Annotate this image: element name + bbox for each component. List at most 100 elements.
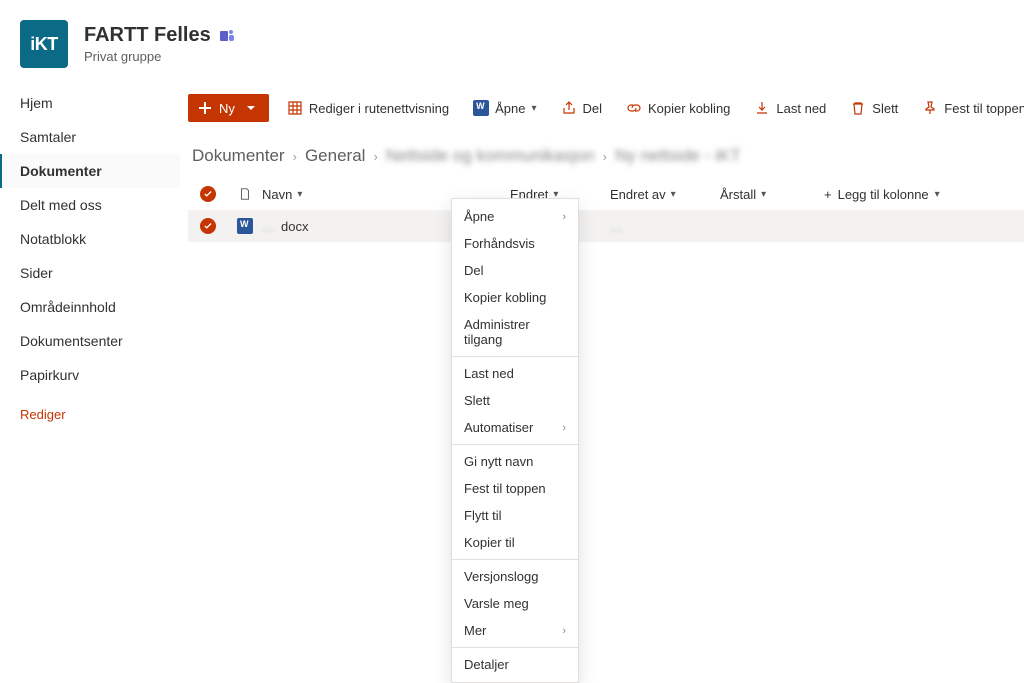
- download-icon: [754, 100, 770, 116]
- chevron-right-icon: ›: [293, 149, 297, 164]
- open-button[interactable]: Åpne ▾: [463, 95, 546, 121]
- context-menu: Åpne› Forhåndsvis Del Kopier kobling Adm…: [451, 198, 579, 683]
- edit-grid-label: Rediger i rutenettvisning: [309, 101, 449, 116]
- site-logo: iKT: [20, 20, 68, 68]
- ctx-move-to[interactable]: Flytt til: [452, 502, 578, 529]
- grid-icon: [287, 100, 303, 116]
- share-icon: [561, 100, 577, 116]
- chevron-down-icon: ▾: [761, 189, 766, 200]
- col-endret-av-label: Endret av: [610, 187, 666, 202]
- chevron-down-icon: ▾: [935, 189, 940, 200]
- ctx-copy-to[interactable]: Kopier til: [452, 529, 578, 556]
- share-button[interactable]: Del: [551, 95, 613, 121]
- ctx-details[interactable]: Detaljer: [452, 651, 578, 678]
- check-icon: [203, 189, 213, 199]
- chevron-right-icon: ›: [603, 149, 607, 164]
- nav-sider[interactable]: Sider: [0, 256, 180, 290]
- select-all-checkbox[interactable]: [200, 186, 216, 202]
- add-column-button[interactable]: + Legg til kolonne ▾: [824, 187, 940, 202]
- ctx-pin[interactable]: Fest til toppen: [452, 475, 578, 502]
- ctx-copy-link[interactable]: Kopier kobling: [452, 284, 578, 311]
- left-nav: Hjem Samtaler Dokumenter Delt med oss No…: [0, 82, 180, 627]
- ctx-automate[interactable]: Automatiser›: [452, 414, 578, 441]
- file-name[interactable]: …: [262, 219, 275, 234]
- nav-papirkurv[interactable]: Papirkurv: [0, 358, 180, 392]
- new-label: Ny: [219, 101, 235, 116]
- ctx-alert[interactable]: Varsle meg: [452, 590, 578, 617]
- crumb-2[interactable]: Nettside og kommunikasjon: [386, 146, 595, 166]
- pin-button[interactable]: Fest til toppen: [912, 95, 1024, 121]
- download-label: Last ned: [776, 101, 826, 116]
- crumb-0[interactable]: Dokumenter: [192, 146, 285, 166]
- edit-grid-button[interactable]: Rediger i rutenettvisning: [277, 95, 459, 121]
- teams-icon[interactable]: [219, 28, 235, 44]
- file-type-header-icon[interactable]: [238, 187, 252, 201]
- plus-icon: [197, 100, 213, 116]
- file-ext: docx: [281, 219, 308, 234]
- chevron-down-icon: ▾: [671, 189, 676, 200]
- new-button[interactable]: Ny: [188, 94, 269, 122]
- crumb-3[interactable]: Ny nettside - iKT: [615, 146, 741, 166]
- copy-link-label: Kopier kobling: [648, 101, 730, 116]
- plus-icon: +: [824, 187, 832, 202]
- site-subtitle: Privat gruppe: [84, 49, 235, 64]
- chevron-down-icon: [243, 100, 259, 116]
- table-row[interactable]: … docx …: [188, 210, 1024, 242]
- delete-button[interactable]: Slett: [840, 95, 908, 121]
- ctx-separator: [452, 444, 578, 445]
- trash-icon: [850, 100, 866, 116]
- chevron-right-icon: ›: [562, 625, 566, 637]
- site-header: iKT FARTT Felles Privat gruppe: [0, 0, 1024, 82]
- nav-omradeinnhold[interactable]: Områdeinnhold: [0, 290, 180, 324]
- link-icon: [626, 100, 642, 116]
- col-endret-av[interactable]: Endret av ▾: [610, 187, 720, 202]
- modified-by-value: …: [610, 219, 623, 234]
- pin-label: Fest til toppen: [944, 101, 1024, 116]
- check-icon: [203, 221, 213, 231]
- chevron-down-icon: ▾: [297, 189, 302, 200]
- list-header: Navn ▾ Endret ▾ Endret av ▾ Årstall ▾ + …: [188, 178, 1024, 210]
- ctx-manage-access[interactable]: Administrer tilgang: [452, 311, 578, 353]
- col-navn[interactable]: Navn ▾: [262, 187, 458, 202]
- site-info: FARTT Felles Privat gruppe: [84, 24, 235, 64]
- ctx-rename[interactable]: Gi nytt navn: [452, 448, 578, 475]
- chevron-right-icon: ›: [562, 211, 566, 223]
- open-label: Åpne: [495, 101, 525, 116]
- crumb-1[interactable]: General: [305, 146, 365, 166]
- ctx-delete[interactable]: Slett: [452, 387, 578, 414]
- share-label: Del: [583, 101, 603, 116]
- ctx-preview[interactable]: Forhåndsvis: [452, 230, 578, 257]
- col-arstall[interactable]: Årstall ▾: [720, 187, 824, 202]
- nav-delt-med-oss[interactable]: Delt med oss: [0, 188, 180, 222]
- command-bar: Ny Rediger i rutenettvisning Åpne ▾ Del: [188, 90, 1024, 132]
- download-button[interactable]: Last ned: [744, 95, 836, 121]
- chevron-down-icon: ▾: [531, 103, 536, 114]
- main-area: Ny Rediger i rutenettvisning Åpne ▾ Del: [180, 82, 1024, 627]
- chevron-right-icon: ›: [562, 422, 566, 434]
- ctx-more[interactable]: Mer›: [452, 617, 578, 644]
- row-checkbox[interactable]: [200, 218, 216, 234]
- chevron-right-icon: ›: [373, 149, 377, 164]
- ctx-download[interactable]: Last ned: [452, 360, 578, 387]
- word-icon: [473, 100, 489, 116]
- nav-samtaler[interactable]: Samtaler: [0, 120, 180, 154]
- col-navn-label: Navn: [262, 187, 292, 202]
- add-column-label: Legg til kolonne: [838, 187, 929, 202]
- ctx-open[interactable]: Åpne›: [452, 203, 578, 230]
- ctx-separator: [452, 559, 578, 560]
- nav-hjem[interactable]: Hjem: [0, 86, 180, 120]
- nav-rediger[interactable]: Rediger: [0, 398, 180, 431]
- pin-icon: [922, 100, 938, 116]
- ctx-separator: [452, 647, 578, 648]
- nav-notatblokk[interactable]: Notatblokk: [0, 222, 180, 256]
- nav-dokumentsenter[interactable]: Dokumentsenter: [0, 324, 180, 358]
- ctx-version[interactable]: Versjonslogg: [452, 563, 578, 590]
- nav-dokumenter[interactable]: Dokumenter: [0, 154, 180, 188]
- breadcrumb: Dokumenter › General › Nettside og kommu…: [188, 132, 1024, 178]
- copy-link-button[interactable]: Kopier kobling: [616, 95, 740, 121]
- ctx-share[interactable]: Del: [452, 257, 578, 284]
- site-title: FARTT Felles: [84, 24, 211, 47]
- ctx-separator: [452, 356, 578, 357]
- word-file-icon: [237, 218, 253, 234]
- delete-label: Slett: [872, 101, 898, 116]
